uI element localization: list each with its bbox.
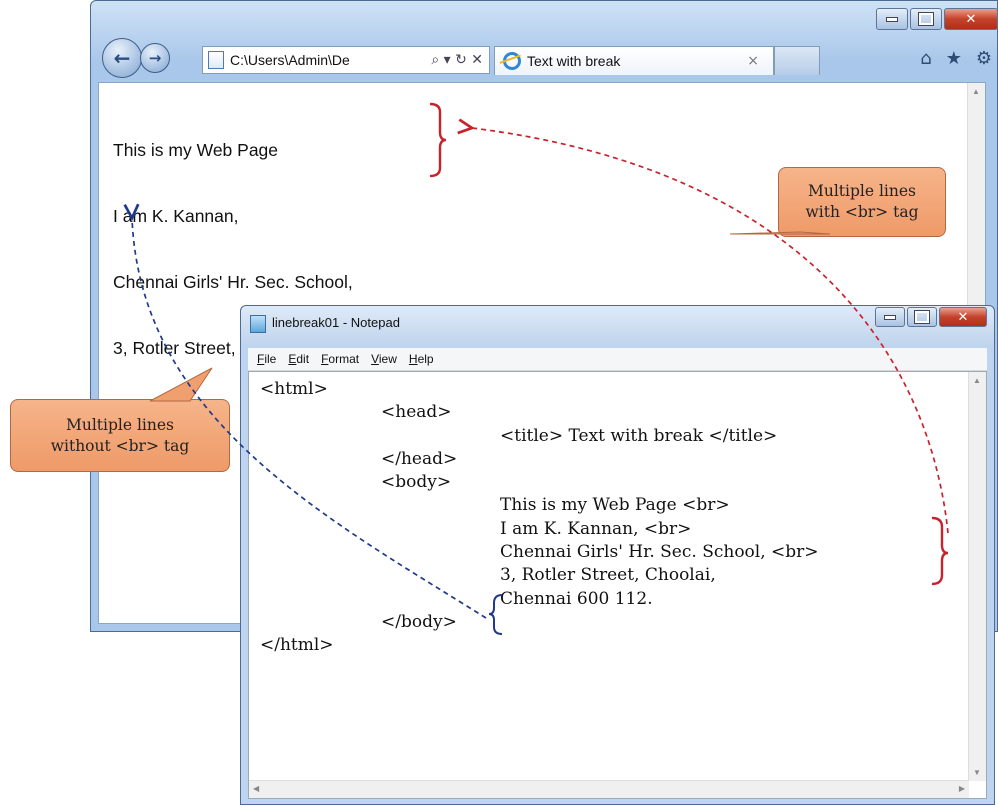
code-line: </body> [381, 611, 457, 632]
code-line: <head> [381, 402, 452, 423]
notepad-window-controls: ✕ [873, 307, 987, 327]
notepad-app-icon [250, 315, 266, 333]
callout-without-br: Multiple lines without <br> tag [10, 399, 230, 472]
browser-window-controls: ✕ [874, 8, 998, 30]
code-line: <html> [260, 379, 328, 399]
forward-button[interactable]: → [140, 43, 170, 73]
callout-with-br: Multiple lines with <br> tag [778, 167, 946, 237]
new-tab-button[interactable] [774, 46, 820, 75]
close-icon: ✕ [957, 309, 969, 325]
page-icon [208, 51, 224, 69]
minimize-button[interactable] [876, 8, 908, 30]
menu-file[interactable]: File [257, 352, 276, 366]
menu-edit[interactable]: Edit [288, 352, 309, 366]
scroll-left-icon[interactable]: ◀ [253, 784, 259, 793]
minimize-icon [884, 314, 896, 320]
address-controls-icons[interactable]: ⌕ ▾ ↻ ✕ [431, 52, 483, 68]
menu-view[interactable]: View [371, 352, 397, 366]
notepad-close-button[interactable]: ✕ [939, 307, 987, 327]
notepad-minimize-button[interactable] [875, 307, 905, 327]
notepad-maximize-button[interactable] [907, 307, 937, 327]
address-text[interactable]: C:\Users\Admin\De [230, 52, 431, 68]
scroll-up-icon[interactable]: ▲ [973, 376, 981, 385]
settings-gear-icon[interactable]: ⚙ [976, 48, 992, 69]
code-line: </html> [260, 635, 334, 656]
internet-explorer-icon [503, 52, 521, 70]
code-line: Chennai Girls' Hr. Sec. School, <br> [500, 542, 819, 563]
code-line: <title> Text with break </title> [500, 425, 778, 446]
maximize-icon [914, 310, 930, 324]
tab-title: Text with break [527, 53, 621, 69]
code-line: This is my Web Page <br> [500, 495, 730, 516]
html-source-code[interactable]: <html> <head> <title> Text with break </… [260, 378, 819, 658]
code-line: </head> [381, 448, 458, 469]
close-icon: ✕ [965, 11, 977, 27]
page-line: Chennai Girls' Hr. Sec. School, [113, 272, 353, 292]
tab-close-icon[interactable]: × [747, 53, 759, 69]
home-icon[interactable]: ⌂ [920, 48, 931, 69]
code-line: I am K. Kannan, <br> [500, 518, 692, 539]
page-line: I am K. Kannan, [113, 206, 239, 226]
notepad-title: linebreak01 - Notepad [272, 315, 400, 330]
code-line: 3, Rotler Street, Choolai, [500, 565, 716, 586]
code-line: <body> [381, 472, 452, 493]
scroll-up-icon[interactable]: ▲ [972, 87, 980, 96]
close-button[interactable]: ✕ [944, 8, 998, 30]
address-bar[interactable]: C:\Users\Admin\De ⌕ ▾ ↻ ✕ [202, 46, 490, 74]
menu-help[interactable]: Help [409, 352, 434, 366]
notepad-vertical-scrollbar[interactable]: ▲ ▼ [968, 372, 986, 781]
notepad-horizontal-scrollbar[interactable]: ◀ ▶ [249, 780, 969, 798]
menu-format[interactable]: Format [321, 352, 359, 366]
callout-without-br-line2: without <br> tag [50, 436, 190, 455]
notepad-window: linebreak01 - Notepad ✕ File Edit Format… [240, 305, 995, 805]
favorites-star-icon[interactable]: ★ [946, 48, 962, 69]
back-arrow-icon: ← [113, 46, 131, 70]
scroll-down-icon[interactable]: ▼ [973, 768, 981, 777]
forward-arrow-icon: → [148, 49, 162, 67]
maximize-button[interactable] [910, 8, 942, 30]
callout-without-br-line1: Multiple lines [65, 415, 174, 434]
scroll-right-icon[interactable]: ▶ [959, 784, 965, 793]
maximize-icon [918, 12, 934, 26]
callout-with-br-line2: with <br> tag [805, 203, 919, 221]
notepad-editor[interactable]: <html> <head> <title> Text with break </… [248, 371, 987, 799]
navigation-buttons: ← → [102, 38, 170, 78]
back-button[interactable]: ← [102, 38, 142, 78]
minimize-icon [886, 16, 898, 22]
tab-text-with-break[interactable]: Text with break × [494, 46, 774, 75]
callout-with-br-line1: Multiple lines [807, 182, 916, 200]
page-line: This is my Web Page [113, 140, 279, 160]
notepad-menubar: File Edit Format View Help [248, 348, 987, 371]
code-line: Chennai 600 112. [500, 588, 653, 609]
browser-toolbar-icons: ⌂ ★ ⚙ [920, 48, 992, 69]
